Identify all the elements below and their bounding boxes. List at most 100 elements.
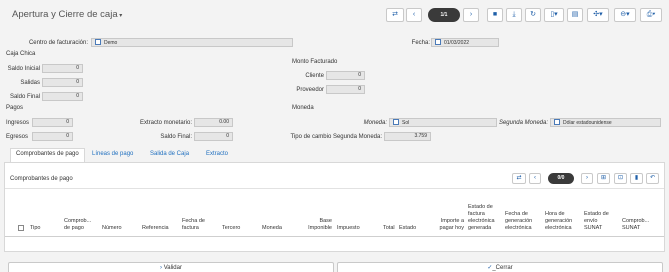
tab-lineas[interactable]: Líneas de pago xyxy=(92,151,133,157)
col-hora-gen-l1: Hora de xyxy=(545,211,565,217)
col-fecha-gen-l3: electrónica xyxy=(505,225,532,231)
col-fecha-gen[interactable]: Fecha de generación electrónica xyxy=(505,211,532,232)
comment-icon[interactable]: ▤ xyxy=(567,8,583,22)
moneda-label: Moneda: xyxy=(363,120,387,126)
subgrid-next-button[interactable]: › xyxy=(581,173,593,184)
subgrid-switch-button[interactable]: ⇄ xyxy=(512,173,526,184)
proveedor-label: Proveedor xyxy=(296,87,324,93)
extracto-field[interactable]: 0.00 xyxy=(194,118,233,127)
chevron-down-icon: ▾ xyxy=(117,13,123,19)
save-button[interactable]: ■ xyxy=(487,8,503,22)
col-estado-fe-l3: electrónica xyxy=(468,218,495,224)
egresos-field[interactable]: 0 xyxy=(32,132,73,141)
subgrid-divider xyxy=(5,188,664,189)
saldo-final-label: Saldo Final xyxy=(9,94,40,100)
fecha-value: 01/03/2022 xyxy=(444,40,470,46)
col-comprobante-l2: de pago xyxy=(64,225,84,231)
chevron-right-icon: › xyxy=(160,265,163,271)
edit-icon xyxy=(554,119,560,125)
col-estado-fe-l1: Estado de xyxy=(468,204,493,210)
col-hora-gen-l3: electrónica xyxy=(545,225,572,231)
calendar-icon xyxy=(435,39,441,45)
saldo-inicial-label: Saldo Inicial xyxy=(7,66,40,72)
cliente-field[interactable]: 0 xyxy=(326,71,365,80)
col-comprobante-l1: Comprob... xyxy=(64,218,92,224)
reload-icon[interactable]: ↻ xyxy=(525,8,541,22)
col-hora-gen-l2: generación xyxy=(545,218,573,224)
subgrid-pager: 0/0 xyxy=(548,173,574,184)
saldo-inicial-field[interactable]: 0 xyxy=(42,64,83,73)
col-comprob-sunat[interactable]: Comprob... SUNAT xyxy=(622,218,649,232)
page-title[interactable]: Apertura y Cierre de caja ▾ xyxy=(12,9,122,20)
salidas-field[interactable]: 0 xyxy=(42,78,83,87)
previous-button[interactable]: ‹ xyxy=(406,8,422,22)
moneda-value: Sol xyxy=(402,120,410,126)
cerrar-label: _Cerrar xyxy=(492,265,513,271)
col-fecha-factura[interactable]: Fecha de factura xyxy=(182,218,205,232)
col-total[interactable]: Total xyxy=(383,225,395,232)
col-base[interactable]: Base Imponible xyxy=(296,218,332,232)
ingresos-label: Ingresos xyxy=(6,120,30,126)
attachment-icon[interactable]: ▯▾ xyxy=(544,8,564,22)
subgrid-edit-button[interactable]: ⊡ xyxy=(614,173,627,184)
validar-label: Validar xyxy=(163,265,182,271)
col-estado[interactable]: Estado xyxy=(399,225,416,232)
col-importe-l1: Importe a xyxy=(440,218,464,224)
moneda-heading: Moneda xyxy=(292,105,314,111)
monto-facturado-heading: Monto Facturado xyxy=(292,59,338,65)
col-impuesto[interactable]: Impuesto xyxy=(337,225,360,232)
moneda-field[interactable]: Sol xyxy=(389,118,497,127)
col-tipo[interactable]: Tipo xyxy=(30,225,41,232)
ingresos-field[interactable]: 0 xyxy=(32,118,73,127)
col-base-l2: Imponible xyxy=(308,225,332,231)
subgrid-delete-button[interactable]: ▮ xyxy=(630,173,643,184)
col-importe[interactable]: Importe a pagar hoy xyxy=(428,218,464,232)
col-hora-gen[interactable]: Hora de generación electrónica xyxy=(545,211,572,232)
centro-label: Centro de facturación: xyxy=(28,40,88,46)
fecha-field[interactable]: 01/03/2022 xyxy=(431,38,499,47)
select-all-checkbox[interactable] xyxy=(18,225,24,231)
validar-button[interactable]: › Validar xyxy=(8,262,334,272)
col-referencia[interactable]: Referencia xyxy=(142,225,169,232)
tab-salida[interactable]: Salida de Caja xyxy=(150,151,189,157)
next-button[interactable]: › xyxy=(463,8,479,22)
col-estado-envio-l3: SUNAT xyxy=(584,225,603,231)
page-title-text: Apertura y Cierre de caja xyxy=(12,9,118,20)
link-icon[interactable]: ⊖▾ xyxy=(614,8,636,22)
col-tercero[interactable]: Tercero xyxy=(222,225,240,232)
col-comprob-sunat-l2: SUNAT xyxy=(622,225,641,231)
segunda-moneda-label: Segunda Moneda: xyxy=(498,120,548,126)
centro-field[interactable]: Demo xyxy=(91,38,293,47)
col-fecha-gen-l2: generación xyxy=(505,218,533,224)
egresos-label: Egresos xyxy=(6,134,29,140)
col-estado-fe[interactable]: Estado de factura electrónica generada xyxy=(468,204,495,232)
cerrar-button[interactable]: ✓_Cerrar xyxy=(337,262,663,272)
saldo-final-field[interactable]: 0 xyxy=(42,92,83,101)
caja-chica-heading: Caja Chica xyxy=(6,51,36,57)
col-comprobante[interactable]: Comprob... de pago xyxy=(64,218,91,232)
tab-comprobantes[interactable]: Comprobantes de pago xyxy=(10,148,85,162)
col-estado-envio[interactable]: Estado de envío SUNAT xyxy=(584,211,609,232)
subgrid-previous-button[interactable]: ‹ xyxy=(529,173,541,184)
tipo-cambio-field[interactable]: 3.759 xyxy=(384,132,431,141)
col-importe-l2: pagar hoy xyxy=(439,225,464,231)
proveedor-field[interactable]: 0 xyxy=(326,85,365,94)
col-fecha-factura-l1: Fecha de xyxy=(182,218,205,224)
col-moneda[interactable]: Moneda xyxy=(262,225,282,232)
print-icon[interactable]: ⎙▾ xyxy=(640,8,662,22)
saldo-final2-field[interactable]: 0 xyxy=(194,132,233,141)
switch-view-button[interactable]: ⇄ xyxy=(386,8,404,22)
action-icon[interactable]: ✣▾ xyxy=(587,8,609,22)
col-comprob-sunat-l1: Comprob... xyxy=(622,218,650,224)
extracto-label: Extracto monetario: xyxy=(139,120,192,126)
tab-extracto[interactable]: Extracto xyxy=(206,151,228,157)
tipo-cambio-label: Tipo de cambio Segunda Moneda: xyxy=(290,134,382,140)
col-estado-envio-l2: envío xyxy=(584,218,598,224)
subgrid-new-button[interactable]: ⊞ xyxy=(597,173,610,184)
col-numero[interactable]: Número xyxy=(102,225,122,232)
subgrid-undo-button[interactable]: ↶ xyxy=(646,173,659,184)
segunda-moneda-value: Dólar estadounidense xyxy=(563,120,612,126)
download-icon[interactable]: ⤓ xyxy=(506,8,522,22)
col-fecha-gen-l1: Fecha de xyxy=(505,211,528,217)
segunda-moneda-field[interactable]: Dólar estadounidense xyxy=(550,118,661,127)
